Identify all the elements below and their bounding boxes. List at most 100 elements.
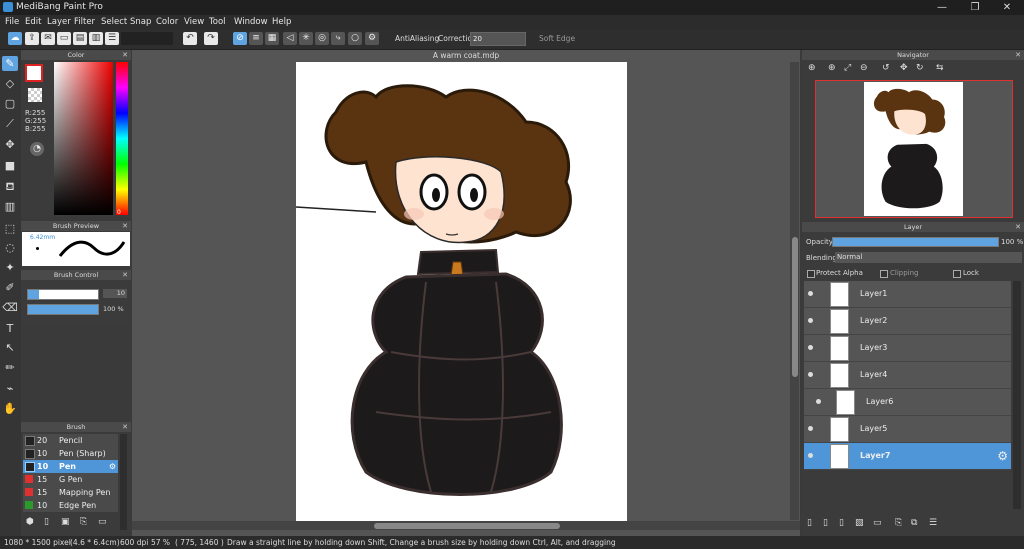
curve-snap-icon[interactable]: ⤷ [331, 32, 345, 45]
canvas-horizontal-scrollbar[interactable] [132, 521, 800, 530]
share-icon[interactable]: ⇪ [25, 32, 39, 45]
panel-close-icon[interactable]: ✕ [1015, 222, 1021, 232]
concentric-snap-icon[interactable]: ◎ [315, 32, 329, 45]
layer-row[interactable]: Layer6 [804, 389, 1011, 416]
brush-item-pencil[interactable]: 20 Pencil [23, 434, 118, 448]
snap-off-icon[interactable]: ⊘ [233, 32, 247, 45]
saturation-value-picker[interactable] [54, 62, 113, 215]
grid-snap-icon[interactable]: ▦ [265, 32, 279, 45]
clipping-checkbox[interactable] [880, 270, 888, 278]
perspective-snap-icon[interactable]: ◁ [283, 32, 297, 45]
close-button[interactable]: ✕ [992, 1, 1022, 14]
dot-tool-icon[interactable]: ⟋ [2, 116, 18, 131]
vertical-scroll-thumb[interactable] [792, 237, 798, 377]
navigator-preview[interactable] [815, 80, 1013, 218]
new-layer-icon[interactable]: ▯ [807, 518, 812, 528]
duplicate-layer-icon[interactable]: ⎘ [895, 518, 902, 528]
comment-icon[interactable]: ✉ [41, 32, 55, 45]
bucket-tool-icon[interactable]: ⛾ [2, 179, 18, 194]
lasso-tool-icon[interactable]: ◌ [2, 240, 18, 255]
panel-close-icon[interactable]: ✕ [1015, 50, 1021, 60]
hand-tool-icon[interactable]: ✋ [2, 401, 18, 416]
circle-snap-icon[interactable]: ○ [348, 32, 362, 45]
hue-slider[interactable] [116, 62, 128, 215]
redo-icon[interactable]: ↷ [204, 32, 218, 45]
eraser-tool-icon[interactable]: ◇ [2, 76, 18, 91]
fill-rect-tool-icon[interactable]: ■ [2, 158, 18, 173]
text-tool-icon[interactable]: T [2, 321, 18, 336]
menu-edit[interactable]: Edit [25, 17, 41, 27]
panel-close-icon[interactable]: ✕ [122, 270, 128, 280]
brush-settings-gear-icon[interactable]: ⚙ [109, 460, 116, 473]
rotate-right-icon[interactable]: ↻ [916, 63, 924, 73]
layer-row[interactable]: Layer2 [804, 308, 1011, 335]
layer-settings-gear-icon[interactable]: ⚙ [997, 449, 1008, 463]
eyedropper-tool-icon[interactable]: ⌁ [2, 381, 18, 396]
menu-color[interactable]: Color [156, 17, 178, 27]
select-eraser-tool-icon[interactable]: ⌫ [2, 300, 18, 315]
brush-item-g-pen[interactable]: 15 G Pen [23, 473, 118, 487]
page-icon[interactable]: ▤ [73, 32, 87, 45]
operation-tool-icon[interactable]: ↖ [2, 340, 18, 355]
panel-close-icon[interactable]: ✕ [122, 50, 128, 60]
layer-row[interactable]: Layer5 [804, 416, 1011, 443]
brush-size-slider[interactable] [27, 289, 99, 300]
brush-tool-icon[interactable]: ✎ [2, 56, 18, 71]
visibility-eye-icon[interactable] [808, 426, 813, 431]
canvas-vertical-scrollbar[interactable] [790, 62, 799, 520]
protect-alpha-checkbox[interactable] [807, 270, 815, 278]
horizontal-scroll-thumb[interactable] [374, 523, 560, 529]
foreground-color-swatch[interactable] [25, 64, 43, 82]
visibility-eye-icon[interactable] [808, 291, 813, 296]
layer-row-selected[interactable]: Layer7 ⚙ [804, 443, 1011, 470]
lock-checkbox[interactable] [953, 270, 961, 278]
undo-icon[interactable]: ↶ [183, 32, 197, 45]
layer-row[interactable]: Layer4 [804, 362, 1011, 389]
parallel-snap-icon[interactable]: ≡ [249, 32, 263, 45]
rotate-left-icon[interactable]: ↺ [882, 63, 890, 73]
layer-list-scrollbar[interactable] [1013, 281, 1021, 509]
panel-close-icon[interactable]: ✕ [122, 422, 128, 432]
chat-icon[interactable]: ▭ [57, 32, 71, 45]
brush-item-edge-pen[interactable]: 10 Edge Pen [23, 499, 118, 513]
new-tone-layer-icon[interactable]: ▧ [855, 518, 864, 528]
layer-row[interactable]: Layer1 [804, 281, 1011, 308]
maximize-button[interactable]: ❐ [960, 1, 990, 14]
new-halftone-layer-icon[interactable]: ▯ [839, 518, 844, 528]
list-icon[interactable]: ☰ [105, 32, 119, 45]
menu-window[interactable]: Window [234, 17, 268, 27]
brush-item-pen-sharp[interactable]: 10 Pen (Sharp) [23, 447, 118, 461]
brush-list-scrollbar[interactable] [120, 434, 127, 530]
zoom-out-icon[interactable]: ⊖ [860, 63, 868, 73]
gradient-tool-icon[interactable]: ▥ [2, 199, 18, 214]
palette-icon[interactable]: ◔ [30, 142, 44, 156]
brush-item-pen[interactable]: 10 Pen ⚙ [23, 460, 118, 474]
minimize-button[interactable]: — [927, 1, 957, 14]
blending-select[interactable]: Normal [835, 252, 1022, 263]
reset-icon[interactable]: ✥ [900, 63, 908, 73]
menu-file[interactable]: File [5, 17, 19, 27]
menu-tool[interactable]: Tool [209, 17, 226, 27]
brush-opacity-slider[interactable] [27, 304, 99, 315]
brush-folder-icon[interactable]: ▭ [98, 517, 107, 527]
correction-select[interactable]: 20 [470, 32, 526, 46]
radial-snap-icon[interactable]: ✳ [299, 32, 313, 45]
cloud-icon[interactable]: ☁ [8, 32, 22, 45]
menu-select[interactable]: Select [101, 17, 127, 27]
select-pen-tool-icon[interactable]: ✐ [2, 280, 18, 295]
add-brush-icon[interactable]: ⬢ [26, 517, 34, 527]
brush-size-value[interactable]: 10 [103, 289, 127, 298]
brush-item-mapping-pen[interactable]: 15 Mapping Pen [23, 486, 118, 500]
menu-filter[interactable]: Filter [74, 17, 95, 27]
settings-gear-icon[interactable]: ⚙ [365, 32, 379, 45]
divide-tool-icon[interactable]: ✏ [2, 360, 18, 375]
visibility-eye-icon[interactable] [808, 453, 813, 458]
menu-snap[interactable]: Snap [130, 17, 151, 27]
select-tool-icon[interactable]: ⬚ [2, 221, 18, 236]
visibility-eye-icon[interactable] [808, 345, 813, 350]
toolbar-blank-field[interactable] [121, 32, 173, 45]
visibility-eye-icon[interactable] [816, 399, 821, 404]
brush-menu-icon[interactable]: ▣ [61, 517, 70, 527]
menu-view[interactable]: View [184, 17, 204, 27]
new-folder-icon[interactable]: ▭ [873, 518, 882, 528]
